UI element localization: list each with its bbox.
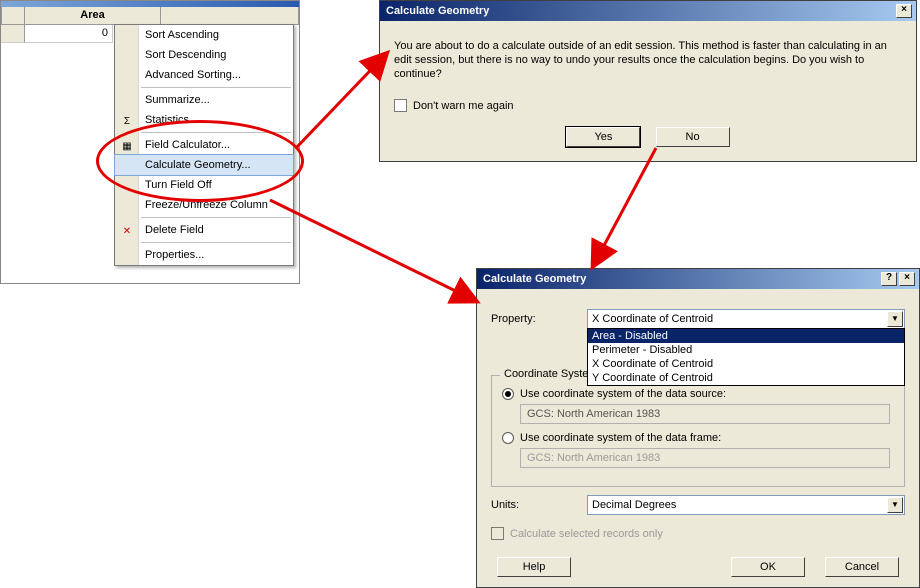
column-header-area[interactable]: Area bbox=[25, 7, 161, 24]
option-area-disabled[interactable]: Area - Disabled bbox=[588, 329, 904, 343]
help-button[interactable]: Help bbox=[497, 557, 571, 577]
menu-turn-field-off[interactable]: Turn Field Off bbox=[115, 175, 293, 195]
menu-calculate-geometry[interactable]: Calculate Geometry... bbox=[115, 155, 293, 175]
menu-label: Field Calculator... bbox=[145, 139, 230, 151]
property-row: Property: X Coordinate of Centroid ▼ Are… bbox=[491, 309, 905, 329]
help-button[interactable]: ? bbox=[881, 272, 897, 286]
cs-frame-display: GCS: North American 1983 bbox=[520, 448, 890, 468]
menu-field-calculator[interactable]: ▦ Field Calculator... bbox=[115, 135, 293, 155]
yes-button[interactable]: Yes bbox=[566, 127, 640, 147]
menu-statistics[interactable]: Σ Statistics... bbox=[115, 110, 293, 130]
checkbox-box bbox=[491, 527, 504, 540]
menu-label: Delete Field bbox=[145, 224, 204, 236]
menu-properties[interactable]: Properties... bbox=[115, 245, 293, 265]
warning-dialog: Calculate Geometry × You are about to do… bbox=[379, 0, 917, 162]
coordinate-system-group: Coordinate System Use coordinate system … bbox=[491, 375, 905, 487]
radio-data-frame[interactable]: Use coordinate system of the data frame: bbox=[502, 432, 894, 444]
cell-area[interactable]: 0 bbox=[25, 25, 113, 43]
dialog-body: Property: X Coordinate of Centroid ▼ Are… bbox=[477, 289, 919, 587]
option-perimeter-disabled[interactable]: Perimeter - Disabled bbox=[588, 343, 904, 357]
menu-separator bbox=[141, 132, 291, 133]
menu-advanced-sorting[interactable]: Advanced Sorting... bbox=[115, 65, 293, 85]
checkbox-label: Don't warn me again bbox=[413, 100, 514, 112]
menu-label: Sort Descending bbox=[145, 49, 226, 61]
chevron-down-icon[interactable]: ▼ bbox=[887, 311, 903, 327]
sigma-icon: Σ bbox=[119, 113, 135, 129]
calculate-geometry-dialog: Calculate Geometry ? × Property: X Coord… bbox=[476, 268, 920, 588]
property-label: Property: bbox=[491, 313, 587, 325]
calculator-icon: ▦ bbox=[119, 138, 135, 154]
radio-label: Use coordinate system of the data frame: bbox=[520, 432, 721, 444]
units-combobox[interactable]: Decimal Degrees ▼ bbox=[587, 495, 905, 515]
delete-icon: ✕ bbox=[119, 223, 135, 239]
menu-label: Statistics... bbox=[145, 114, 198, 126]
column-header-empty bbox=[161, 7, 299, 24]
menu-label: Sort Ascending bbox=[145, 29, 219, 41]
property-combobox[interactable]: X Coordinate of Centroid ▼ Area - Disabl… bbox=[587, 309, 905, 329]
combobox-value: Decimal Degrees bbox=[592, 499, 676, 511]
property-dropdown-list: Area - Disabled Perimeter - Disabled X C… bbox=[587, 328, 905, 386]
warning-text: You are about to do a calculate outside … bbox=[394, 39, 902, 81]
cancel-button[interactable]: Cancel bbox=[825, 557, 899, 577]
menu-freeze-column[interactable]: Freeze/Unfreeze Column bbox=[115, 195, 293, 215]
row-selector-header[interactable] bbox=[1, 7, 25, 24]
menu-label: Freeze/Unfreeze Column bbox=[145, 199, 268, 211]
menu-summarize[interactable]: Summarize... bbox=[115, 90, 293, 110]
combobox-value: X Coordinate of Centroid bbox=[592, 313, 713, 325]
menu-label: Summarize... bbox=[145, 94, 210, 106]
menu-label: Turn Field Off bbox=[145, 179, 212, 191]
option-x-centroid[interactable]: X Coordinate of Centroid bbox=[588, 357, 904, 371]
menu-sort-ascending[interactable]: Sort Ascending bbox=[115, 25, 293, 45]
menu-separator bbox=[141, 87, 291, 88]
dialog-titlebar[interactable]: Calculate Geometry ? × bbox=[477, 269, 919, 289]
dialog-title: Calculate Geometry bbox=[386, 5, 894, 17]
chevron-down-icon[interactable]: ▼ bbox=[887, 497, 903, 513]
column-context-menu: Sort Ascending Sort Descending Advanced … bbox=[114, 24, 294, 266]
close-button[interactable]: × bbox=[899, 272, 915, 286]
cs-source-display: GCS: North American 1983 bbox=[520, 404, 890, 424]
radio-data-source[interactable]: Use coordinate system of the data source… bbox=[502, 388, 894, 400]
checkbox-box[interactable] bbox=[394, 99, 407, 112]
ok-button[interactable]: OK bbox=[731, 557, 805, 577]
dialog-title: Calculate Geometry bbox=[483, 273, 879, 285]
menu-label: Calculate Geometry... bbox=[145, 159, 251, 171]
menu-separator bbox=[141, 242, 291, 243]
close-button[interactable]: × bbox=[896, 4, 912, 18]
no-button[interactable]: No bbox=[656, 127, 730, 147]
menu-label: Properties... bbox=[145, 249, 204, 261]
menu-label: Advanced Sorting... bbox=[145, 69, 241, 81]
radio-icon[interactable] bbox=[502, 388, 514, 400]
dialog-titlebar[interactable]: Calculate Geometry × bbox=[380, 1, 916, 21]
calc-selected-only-checkbox: Calculate selected records only bbox=[491, 527, 663, 540]
radio-label: Use coordinate system of the data source… bbox=[520, 388, 726, 400]
option-y-centroid[interactable]: Y Coordinate of Centroid bbox=[588, 371, 904, 385]
dialog-body: You are about to do a calculate outside … bbox=[380, 21, 916, 161]
row-selector[interactable] bbox=[1, 25, 25, 43]
menu-delete-field[interactable]: ✕ Delete Field bbox=[115, 220, 293, 240]
checkbox-label: Calculate selected records only bbox=[510, 528, 663, 540]
units-row: Units: Decimal Degrees ▼ bbox=[491, 495, 905, 515]
units-label: Units: bbox=[491, 499, 587, 511]
radio-icon[interactable] bbox=[502, 432, 514, 444]
dont-warn-checkbox[interactable]: Don't warn me again bbox=[394, 99, 514, 112]
menu-separator bbox=[141, 217, 291, 218]
table-header-row: Area bbox=[1, 7, 299, 25]
menu-sort-descending[interactable]: Sort Descending bbox=[115, 45, 293, 65]
